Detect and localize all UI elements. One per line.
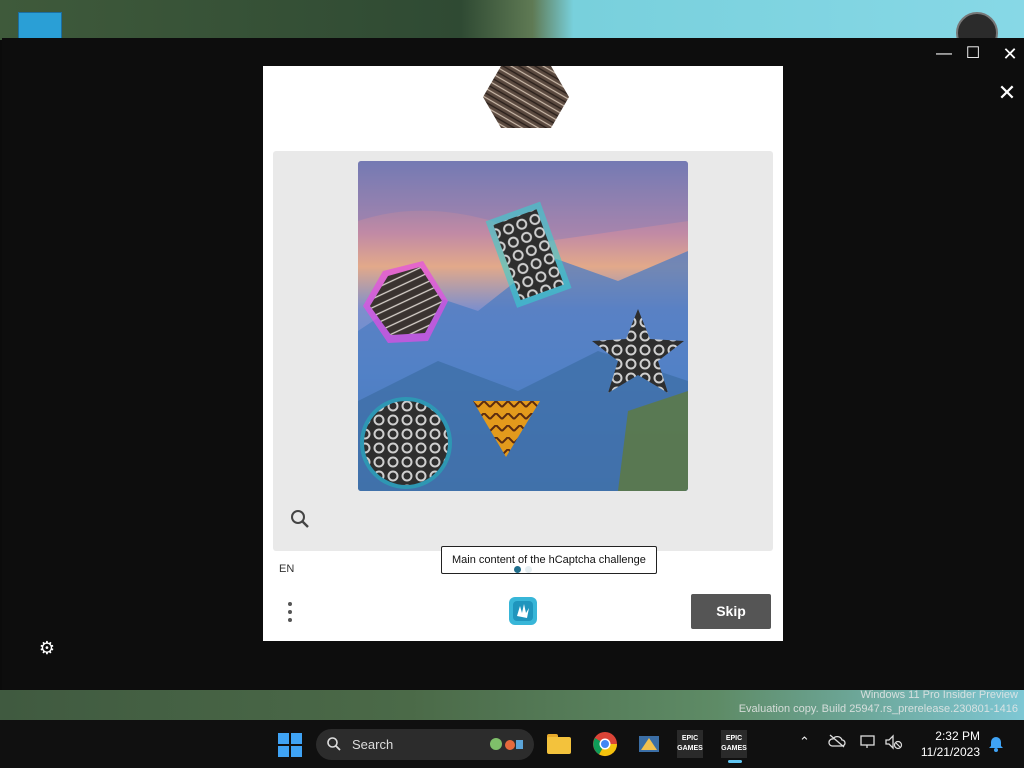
- active-app-indicator: [728, 760, 742, 763]
- language-selector[interactable]: EN: [279, 563, 294, 575]
- search-highlight-icon: [490, 738, 523, 750]
- notification-bell-icon[interactable]: [987, 735, 1005, 753]
- chrome-icon[interactable]: [591, 730, 619, 758]
- onedrive-cloud-icon[interactable]: [828, 734, 846, 748]
- chevron-up-icon[interactable]: ⌃: [799, 734, 810, 750]
- window-close-button[interactable]: ✕: [998, 44, 1022, 64]
- clock-date: 11/21/2023: [920, 745, 980, 759]
- challenge-tooltip: Main content of the hCaptcha challenge: [441, 546, 657, 574]
- more-options-menu-icon[interactable]: [283, 599, 297, 627]
- settings-gear-icon[interactable]: ⚙: [37, 638, 57, 658]
- search-icon: [327, 737, 341, 751]
- search-placeholder: Search: [352, 737, 394, 752]
- pagination-dot-active: [514, 566, 521, 573]
- pagination-dot: [525, 566, 532, 573]
- hcaptcha-frame: Main content of the hCaptcha challenge E…: [263, 66, 783, 641]
- challenge-image[interactable]: [358, 161, 688, 491]
- epic-games-icon[interactable]: EPIC GAMES: [677, 730, 703, 758]
- windows-start-icon[interactable]: [278, 733, 302, 757]
- file-explorer-icon[interactable]: [545, 730, 573, 758]
- overlay-close-button[interactable]: ✕: [994, 80, 1020, 106]
- skip-button[interactable]: Skip: [691, 594, 771, 629]
- desktop-wallpaper-top: [0, 0, 1024, 40]
- hcaptcha-logo-icon: [509, 597, 537, 625]
- epic-games-launcher-icon[interactable]: EPIC GAMES: [721, 730, 747, 758]
- minimize-button[interactable]: —: [932, 44, 956, 64]
- clock-time: 2:32 PM: [935, 729, 980, 743]
- example-hexagon-image: [483, 66, 569, 128]
- challenge-panel: Main content of the hCaptcha challenge: [273, 151, 773, 574]
- watermark-line-2: Evaluation copy. Build 25947.rs_prerelea…: [738, 703, 1018, 715]
- windows-watermark: Windows 11 Pro Insider Preview Evaluatio…: [739, 688, 1018, 716]
- zoom-search-icon[interactable]: [289, 508, 311, 530]
- desktop-folder-icon[interactable]: [18, 12, 62, 40]
- maximize-button[interactable]: ☐: [961, 44, 985, 64]
- game-app-icon[interactable]: [635, 730, 663, 758]
- taskbar-search-box[interactable]: Search: [316, 729, 534, 760]
- volume-muted-icon[interactable]: [884, 734, 904, 750]
- system-clock[interactable]: 2:32 PM 11/21/2023: [918, 728, 980, 760]
- watermark-line-1: Windows 11 Pro Insider Preview: [860, 689, 1018, 701]
- network-icon[interactable]: [860, 734, 878, 750]
